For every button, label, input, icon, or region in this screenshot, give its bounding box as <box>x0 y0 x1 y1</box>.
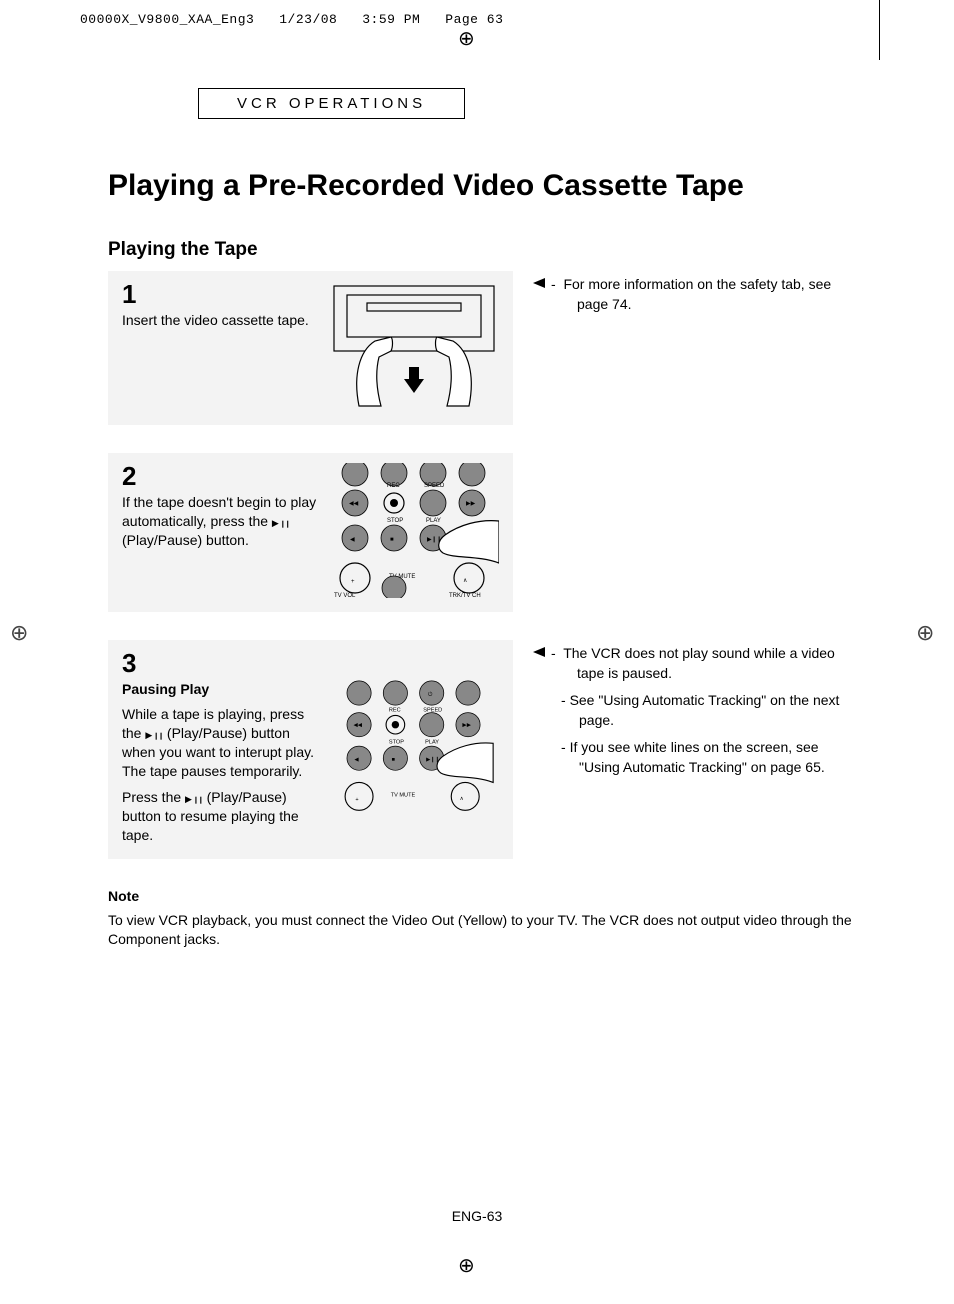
sidenote-3-item-1: See "Using Automatic Tracking" on the ne… <box>561 691 858 730</box>
prepress-page: Page 63 <box>445 12 503 27</box>
play-label: PLAY <box>425 739 439 745</box>
section-subtitle: Playing the Tape <box>108 239 858 261</box>
step-3-subhead: Pausing Play <box>122 680 317 699</box>
remote-press-play-icon: ◀◀ REC SPEED ▶▶ STOP PLAY ◀ ■ ▶❙❙ + TV V… <box>329 463 499 598</box>
step-3-sidenote: - The VCR does not play sound while a vi… <box>533 640 858 786</box>
tvvol-label: TV VOL <box>334 593 356 598</box>
sidenote-1-text: For more information on the safety tab, … <box>563 276 831 312</box>
callout-arrow-icon <box>533 278 545 288</box>
sidenote-3-item-0: The VCR does not play sound while a vide… <box>563 645 835 681</box>
svg-text:■: ■ <box>390 537 394 543</box>
note-body: To view VCR playback, you must connect t… <box>108 911 858 950</box>
svg-text:◀◀: ◀◀ <box>349 501 359 507</box>
page-content: VCR OPERATIONS Playing a Pre-Recorded Vi… <box>108 88 858 950</box>
svg-text:+: + <box>355 797 358 803</box>
step-row-3: 3 Pausing Play While a tape is playing, … <box>108 640 858 859</box>
play-pause-icon <box>145 728 163 743</box>
prepress-date: 1/23/08 <box>279 12 337 27</box>
page-title: Playing a Pre-Recorded Video Cassette Ta… <box>108 169 858 203</box>
svg-text:▶▶: ▶▶ <box>462 723 471 729</box>
page-number: ENG-63 <box>0 1208 954 1224</box>
step-1-number: 1 <box>122 281 317 307</box>
step-1-body: Insert the video cassette tape. <box>122 311 317 330</box>
registration-mark-bottom-icon: ⊕ <box>458 1253 475 1278</box>
step-row-2: 2 If the tape doesn't begin to play auto… <box>108 453 858 612</box>
svg-text:∧: ∧ <box>463 578 467 584</box>
crop-mark-right-icon: ⊕ <box>916 620 944 648</box>
step-2-text: 2 If the tape doesn't begin to play auto… <box>122 463 317 598</box>
rec-label: REC <box>389 708 401 714</box>
play-pause-icon <box>272 516 290 531</box>
insert-tape-icon <box>329 281 499 411</box>
callout-arrow-icon <box>533 647 545 657</box>
tvmute-label: TV MUTE <box>391 792 416 798</box>
svg-text:⏻: ⏻ <box>428 691 433 698</box>
step-2-sidenote <box>533 453 858 457</box>
stop-label: STOP <box>387 518 403 524</box>
speed-label: SPEED <box>424 483 445 489</box>
svg-text:▶▶: ▶▶ <box>466 501 476 507</box>
step-2-box: 2 If the tape doesn't begin to play auto… <box>108 453 513 612</box>
step-1-illustration <box>329 281 499 411</box>
step-2-number: 2 <box>122 463 317 489</box>
rec-label: REC <box>387 483 400 489</box>
category-text: VCR OPERATIONS <box>237 95 426 112</box>
prepress-filename: 00000X_V9800_XAA_Eng3 <box>80 12 254 27</box>
svg-text:◀: ◀ <box>350 537 355 543</box>
step-3-illustration: ⏻ REC SPEED ◀◀ ▶▶ STOP PLAY ◀ ■ ▶❙❙ + TV… <box>329 650 499 845</box>
svg-text:∧: ∧ <box>460 796 464 802</box>
note-block: Note To view VCR playback, you must conn… <box>108 887 858 950</box>
svg-text:◀◀: ◀◀ <box>353 723 362 729</box>
category-box: VCR OPERATIONS <box>198 88 465 119</box>
step-3-text: 3 Pausing Play While a tape is playing, … <box>122 650 317 845</box>
step-3-number: 3 <box>122 650 317 676</box>
step-1-box: 1 Insert the video cassette tape. <box>108 271 513 425</box>
prepress-header: 00000X_V9800_XAA_Eng3 1/23/08 3:59 PM Pa… <box>80 12 503 27</box>
sidenote-3-item-2: If you see white lines on the screen, se… <box>561 738 858 777</box>
step-row-1: 1 Insert the video cassette tape. - For … <box>108 271 858 425</box>
step-3-p2a: Press the <box>122 789 185 805</box>
step-2-body-b: (Play/Pause) button. <box>122 532 249 548</box>
play-label: PLAY <box>426 518 441 524</box>
crop-mark-left-icon: ⊕ <box>10 620 38 648</box>
step-3-box: 3 Pausing Play While a tape is playing, … <box>108 640 513 859</box>
prepress-time: 3:59 PM <box>362 12 420 27</box>
crop-mark <box>879 0 880 60</box>
trk-label: TRK/TV CH <box>449 593 481 598</box>
stop-label: STOP <box>389 739 404 745</box>
step-1-text: 1 Insert the video cassette tape. <box>122 281 317 411</box>
play-pause-icon <box>185 792 203 807</box>
step-1-sidenote: - For more information on the safety tab… <box>533 271 858 322</box>
note-heading: Note <box>108 887 858 907</box>
svg-text:+: + <box>351 579 355 585</box>
remote-press-pause-icon: ⏻ REC SPEED ◀◀ ▶▶ STOP PLAY ◀ ■ ▶❙❙ + TV… <box>329 680 499 815</box>
svg-text:◀: ◀ <box>354 757 359 763</box>
step-2-illustration: ◀◀ REC SPEED ▶▶ STOP PLAY ◀ ■ ▶❙❙ + TV V… <box>329 463 499 598</box>
registration-mark-icon: ⊕ <box>458 26 475 51</box>
